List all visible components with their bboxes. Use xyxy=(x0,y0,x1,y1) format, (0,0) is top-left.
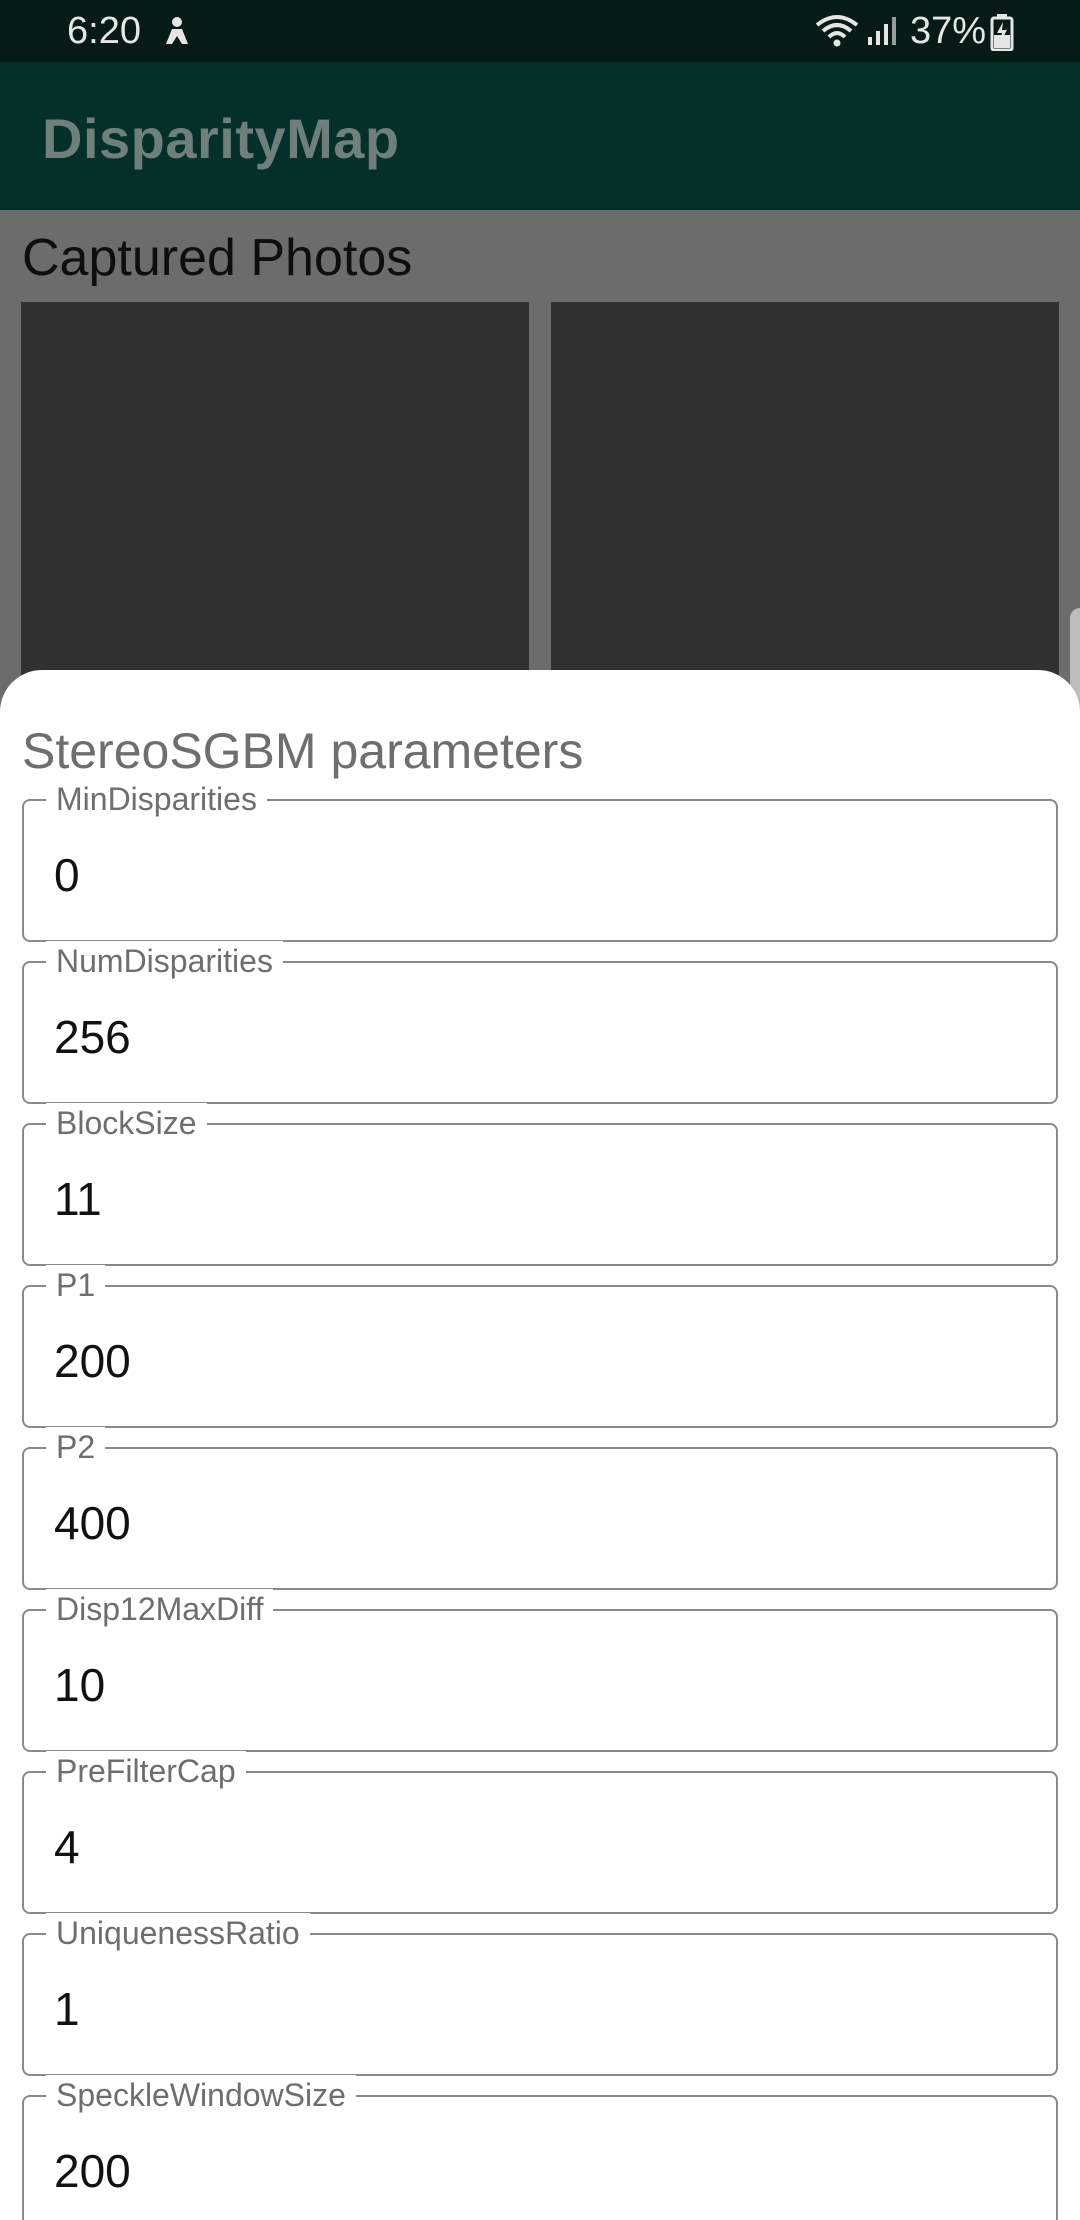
pre-filter-cap-input[interactable] xyxy=(54,1819,1014,1875)
screen: 6:20 37% DisparityMap Captured Photos St… xyxy=(0,0,1080,2220)
right-photo[interactable] xyxy=(551,302,1059,722)
field-label: MinDisparities xyxy=(46,779,267,819)
field-speckle-window-size[interactable]: SpeckleWindowSize xyxy=(22,2075,1058,2220)
field-label: Disp12MaxDiff xyxy=(46,1589,274,1629)
num-disparities-input[interactable] xyxy=(54,1009,1014,1065)
speckle-window-size-input[interactable] xyxy=(54,2143,1014,2199)
app-title: DisparityMap xyxy=(42,107,400,170)
status-bar: 6:20 37% xyxy=(0,0,1080,62)
min-disparities-input[interactable] xyxy=(54,847,1014,903)
block-size-input[interactable] xyxy=(54,1171,1014,1227)
uniqueness-ratio-input[interactable] xyxy=(54,1981,1014,2037)
disp12-max-diff-input[interactable] xyxy=(54,1657,1014,1713)
battery-percent: 37% xyxy=(910,10,987,52)
field-pre-filter-cap[interactable]: PreFilterCap xyxy=(22,1751,1058,1914)
wifi-icon xyxy=(814,13,860,49)
field-block-size[interactable]: BlockSize xyxy=(22,1103,1058,1266)
field-disp12-max-diff[interactable]: Disp12MaxDiff xyxy=(22,1589,1058,1752)
field-num-disparities[interactable]: NumDisparities xyxy=(22,941,1058,1104)
field-p2[interactable]: P2 xyxy=(22,1427,1058,1590)
left-photo[interactable] xyxy=(21,302,529,722)
signal-icon xyxy=(866,15,898,47)
field-min-disparities[interactable]: MinDisparities xyxy=(22,779,1058,942)
field-uniqueness-ratio[interactable]: UniquenessRatio xyxy=(22,1913,1058,2076)
status-time: 6:20 xyxy=(67,10,141,52)
field-label: NumDisparities xyxy=(46,941,283,981)
person-icon xyxy=(160,14,194,48)
field-label: P2 xyxy=(46,1427,106,1467)
battery-icon xyxy=(990,13,1014,52)
field-p1[interactable]: P1 xyxy=(22,1265,1058,1428)
field-label: BlockSize xyxy=(46,1103,207,1143)
sheet-title: StereoSGBM parameters xyxy=(22,723,584,779)
field-label: PreFilterCap xyxy=(46,1751,246,1791)
p1-input[interactable] xyxy=(54,1333,1014,1389)
field-label: SpeckleWindowSize xyxy=(46,2075,356,2115)
p2-input[interactable] xyxy=(54,1495,1014,1551)
parameters-bottom-sheet: StereoSGBM parameters MinDisparities Num… xyxy=(0,670,1080,2220)
field-label: UniquenessRatio xyxy=(46,1913,310,1953)
app-bar: DisparityMap xyxy=(0,62,1080,210)
section-title: Captured Photos xyxy=(22,229,413,287)
field-label: P1 xyxy=(46,1265,106,1305)
